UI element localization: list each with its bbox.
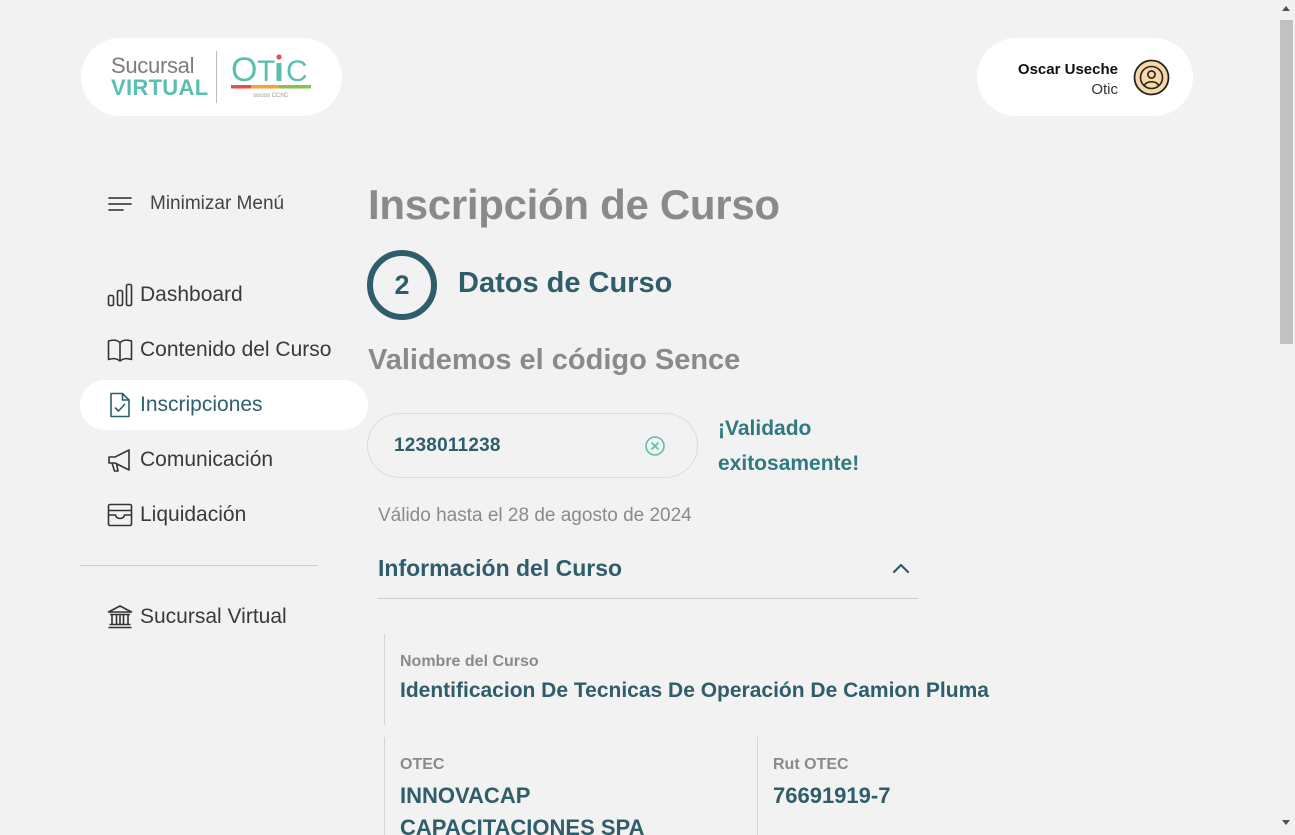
sidebar-item-sucursal-virtual[interactable]: Sucursal Virtual [80,592,368,642]
rut-otec-field: Rut OTEC 76691919-7 [757,737,907,835]
sidebar-item-label: Contenido del Curso [140,338,332,361]
sidebar-item-label: Inscripciones [140,393,263,416]
user-name: Oscar Useche [1017,61,1118,78]
sidebar-item-label: Comunicación [140,448,274,471]
clear-input-icon[interactable] [644,435,666,457]
logo-virtual-text: VIRTUAL [111,75,209,100]
logo-sucursal-text: Sucursal [111,53,195,78]
otec-field: OTEC INNOVACAP CAPACITACIONES SPA [384,737,729,835]
sidebar-item-label: Dashboard [140,283,243,306]
scroll-up-arrow-icon[interactable] [1282,6,1290,11]
step-title: Datos de Curso [458,267,673,299]
bar-chart-icon [107,283,133,307]
page-title: Inscripción de Curso [368,181,780,228]
course-name-label: Nombre del Curso [400,653,539,670]
sidebar-item-comunicacion[interactable]: Comunicación [80,435,368,485]
step-number-badge: 2 [367,250,437,320]
otec-value: INNOVACAP CAPACITACIONES SPA [400,783,645,835]
sidebar-item-label: Sucursal Virtual [140,605,287,628]
sidebar-item-inscripciones[interactable]: Inscripciones [80,380,368,430]
otec-label: OTEC [400,756,445,773]
course-name-field: Nombre del Curso Identificacion De Tecni… [384,634,1024,725]
svg-text:socios CChC: socios CChC [253,93,289,99]
rut-otec-label: Rut OTEC [773,756,849,773]
minimize-menu-button[interactable]: Minimizar Menú [106,190,284,218]
section-title: Validemos el código Sence [368,344,741,376]
course-info-accordion-header[interactable]: Información del Curso [377,545,918,599]
document-check-icon [110,392,130,418]
sidebar-divider [80,565,318,566]
svg-text:C: C [286,55,308,88]
course-info-title: Información del Curso [378,555,623,581]
menu-icon [108,197,132,211]
user-role: Otic [1091,81,1118,98]
book-icon [107,339,133,362]
svg-text:T: T [257,55,275,88]
archive-icon [107,503,133,527]
rut-otec-value: 76691919-7 [773,783,891,808]
scrollbar-thumb[interactable] [1280,20,1293,344]
vertical-scrollbar[interactable] [1278,0,1295,835]
otic-logo: O T C socios CChC [231,51,311,99]
svg-text:O: O [231,51,257,89]
sence-code-value[interactable]: 1238011238 [394,435,501,457]
course-name-value: Identificacion De Tecnicas De Operación … [400,679,989,702]
sence-code-input[interactable]: 1238011238 [367,413,698,478]
user-avatar-icon[interactable] [1133,59,1170,96]
sidebar-item-label: Liquidación [140,503,247,526]
sidebar-item-dashboard[interactable]: Dashboard [80,270,368,320]
valid-until-text: Válido hasta el 28 de agosto de 2024 [378,505,692,526]
chevron-up-icon[interactable] [890,557,912,579]
bank-icon [107,605,133,629]
validation-success-message: ¡Validado exitosamente! [718,417,860,475]
sidebar-item-contenido[interactable]: Contenido del Curso [80,325,368,375]
sidebar-item-liquidacion[interactable]: Liquidación [80,490,368,540]
scroll-down-arrow-icon[interactable] [1282,820,1290,825]
logo-divider [216,51,217,103]
megaphone-icon [108,449,130,472]
user-menu[interactable]: Oscar Useche Otic [977,38,1193,116]
logo-pill[interactable]: Sucursal VIRTUAL O T C socios CChC [81,38,342,116]
minimize-menu-label: Minimizar Menú [150,193,285,214]
